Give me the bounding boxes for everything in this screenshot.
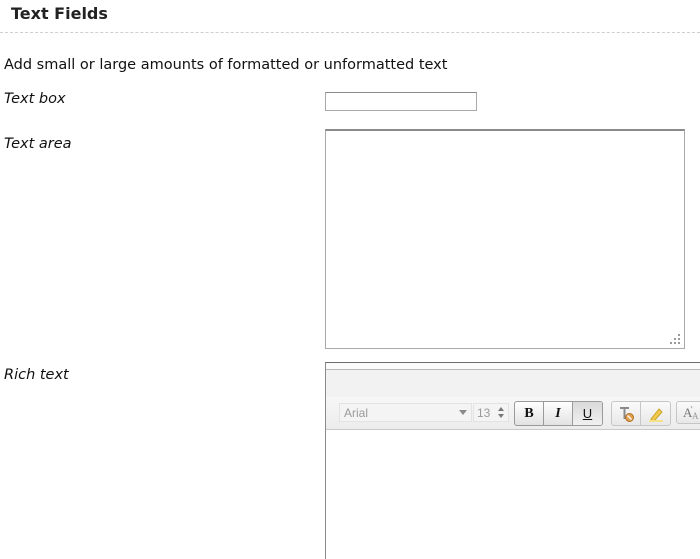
font-size-value: 13 <box>477 406 491 420</box>
font-family-select[interactable]: Arial <box>339 403 472 422</box>
rich-text-editor: Arial 13 B I U A A <box>325 362 700 559</box>
font-size-stepper[interactable]: 13 <box>473 403 509 422</box>
spinner-icon[interactable] <box>498 405 506 420</box>
rich-text-content-area[interactable] <box>326 430 700 559</box>
richtext-label: Rich text <box>4 367 69 383</box>
text-fields-page: Text Fields Add small or large amounts o… <box>0 0 700 559</box>
svg-text:A: A <box>692 411 699 421</box>
clear-format-button[interactable] <box>612 402 641 425</box>
clear-formatting-icon <box>620 406 634 422</box>
text-area-input[interactable] <box>325 129 685 349</box>
resize-grip-icon[interactable] <box>669 333 681 345</box>
editor-menu-band <box>326 370 700 397</box>
text-box-input[interactable] <box>325 92 477 111</box>
spin-down-icon[interactable] <box>498 414 504 418</box>
underline-button[interactable]: U <box>573 402 602 425</box>
chevron-down-icon <box>459 410 467 415</box>
textarea-label: Text area <box>4 136 72 152</box>
text-style-group[interactable]: A A <box>676 401 700 424</box>
bold-button[interactable]: B <box>515 402 544 425</box>
spin-up-icon[interactable] <box>498 407 504 411</box>
section-title: Text Fields <box>11 4 108 23</box>
italic-button[interactable]: I <box>544 402 573 425</box>
section-description: Add small or large amounts of formatted … <box>4 57 448 73</box>
format-button-group: B I U <box>514 401 603 426</box>
font-family-value: Arial <box>344 406 369 420</box>
highlighter-icon <box>648 407 663 422</box>
style-tool-group <box>611 401 671 426</box>
editor-top-bar <box>326 363 700 370</box>
section-header: Text Fields <box>0 0 700 33</box>
highlight-button[interactable] <box>641 402 670 425</box>
text-style-icon: A A <box>683 405 699 421</box>
textbox-label: Text box <box>4 91 66 107</box>
editor-toolbar: Arial 13 B I U A A <box>326 397 700 430</box>
